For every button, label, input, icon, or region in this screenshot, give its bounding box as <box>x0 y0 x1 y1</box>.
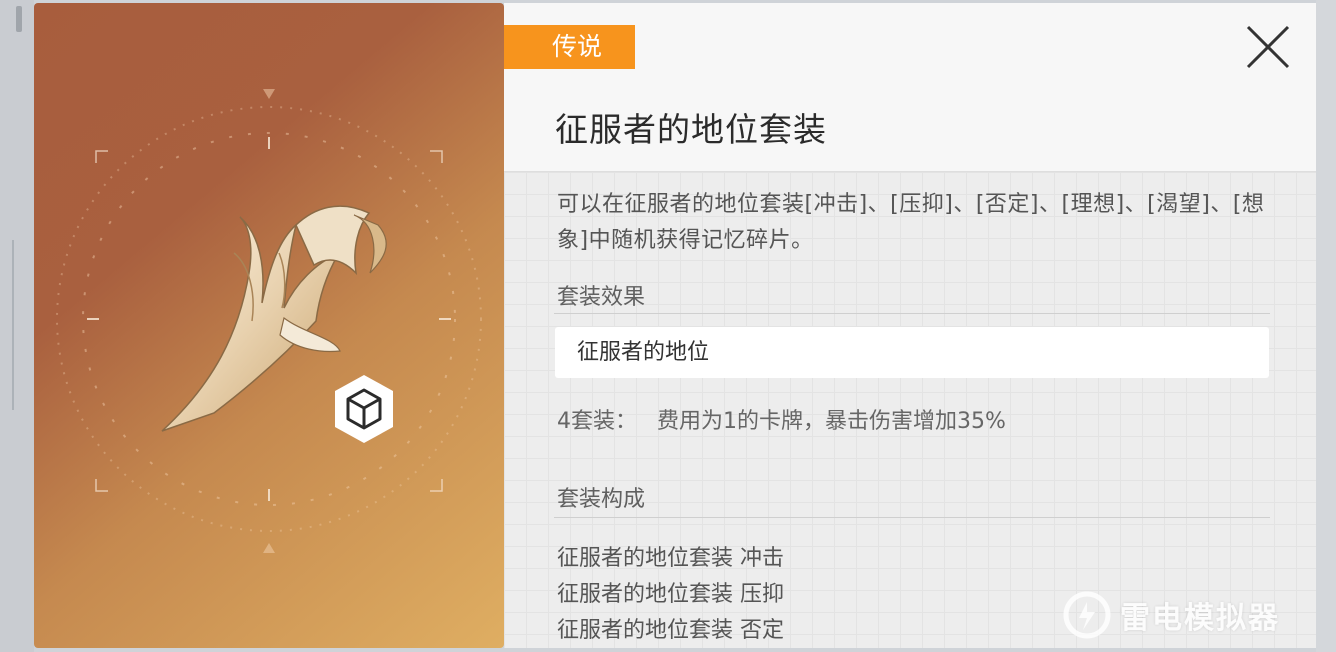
set-bonus-text: 费用为1的卡牌，暴击伤害增加35% <box>657 409 1006 434</box>
item-info-panel: 传说 征服者的地位套装 可以在征服者的地位套装[冲击]、[压抑]、[否定]、[理… <box>504 3 1316 648</box>
item-artwork-shape <box>161 205 387 432</box>
emulator-right-edge <box>1316 0 1336 652</box>
list-item: 征服者的地位套装 否定 <box>557 618 784 643</box>
watermark: 雷电模拟器 <box>1062 590 1280 640</box>
composition-list: 征服者的地位套装 冲击 征服者的地位套装 压抑 征服者的地位套装 否定 <box>557 541 784 649</box>
cube-icon <box>335 375 393 443</box>
set-bonus: 4套装： 费用为1的卡牌，暴击伤害增加35% <box>557 403 1006 435</box>
set-bonus-label: 4套装： <box>557 409 637 434</box>
divider <box>554 313 1270 314</box>
composition-heading: 套装构成 <box>557 487 646 512</box>
ldplayer-logo-icon <box>1063 591 1111 639</box>
watermark-text: 雷电模拟器 <box>1120 601 1280 636</box>
item-title: 征服者的地位套装 <box>555 110 827 149</box>
set-effect-heading: 套装效果 <box>557 285 646 310</box>
list-item: 征服者的地位套装 冲击 <box>557 546 784 571</box>
strip-handle-icon[interactable] <box>16 6 22 32</box>
close-button[interactable] <box>1244 23 1292 71</box>
emulator-left-strip <box>0 0 34 652</box>
close-icon <box>1246 25 1290 69</box>
divider <box>554 517 1270 518</box>
list-item: 征服者的地位套装 压抑 <box>557 582 784 607</box>
item-artwork-panel <box>34 3 504 648</box>
set-name-box: 征服者的地位 <box>555 327 1269 378</box>
strip-divider <box>12 240 14 410</box>
info-header: 传说 征服者的地位套装 <box>504 3 1316 172</box>
item-description: 可以在征服者的地位套装[冲击]、[压抑]、[否定]、[理想]、[渴望]、[想象]… <box>557 192 1265 253</box>
rarity-badge: 传说 <box>504 25 635 69</box>
